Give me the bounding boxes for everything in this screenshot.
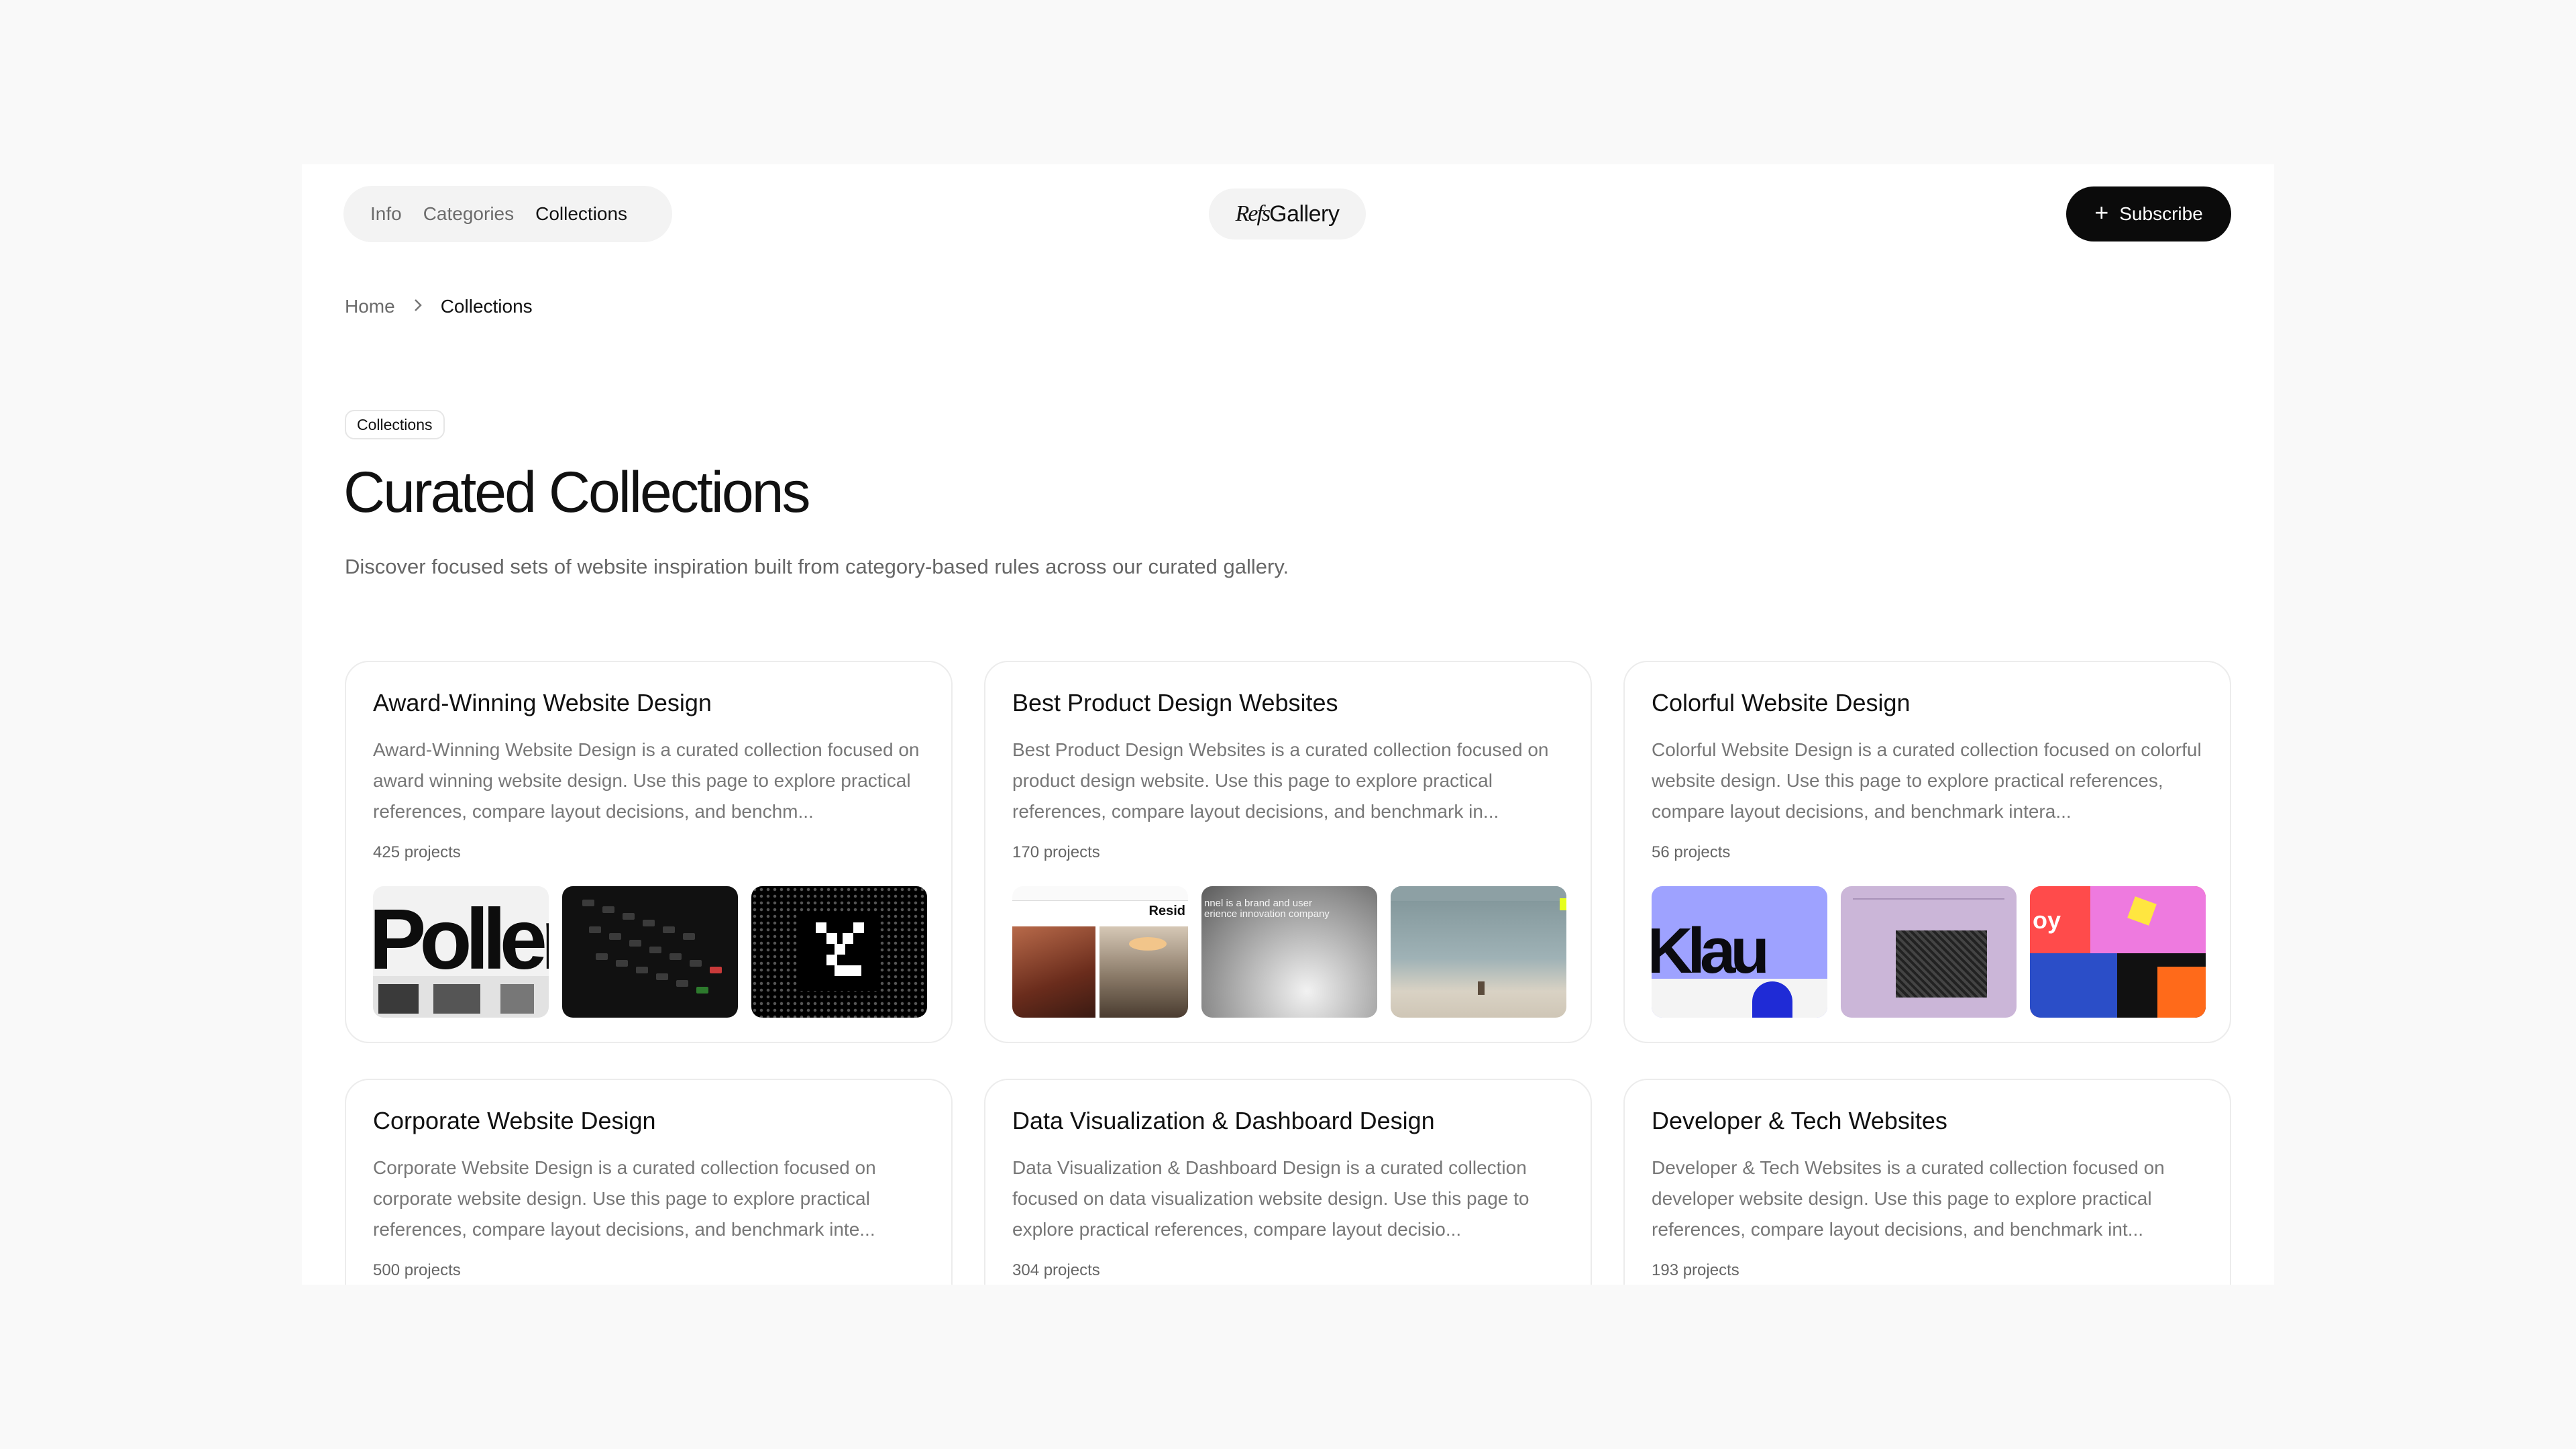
- plus-icon: +: [2094, 199, 2109, 226]
- page-title: Curated Collections: [343, 460, 810, 525]
- top-nav: Info Categories Collections: [343, 186, 672, 242]
- thumbnail-image: Resid: [1012, 886, 1188, 1018]
- card-thumbnails: Resid nnel is a brand and user erience i…: [1012, 886, 1566, 1018]
- card-title: Best Product Design Websites: [1012, 689, 1338, 716]
- page-description: Discover focused sets of website inspira…: [345, 555, 1289, 578]
- card-title: Developer & Tech Websites: [1652, 1107, 1947, 1134]
- thumbnail-text: nnel is a brand and user erience innovat…: [1204, 898, 1330, 920]
- logo-gallery: Gallery: [1269, 201, 1340, 227]
- thumbnail-image: nnel is a brand and user erience innovat…: [1201, 886, 1377, 1018]
- card-description: Developer & Tech Websites is a curated c…: [1652, 1157, 2165, 1240]
- thumbnail-image: Poller: [373, 886, 549, 1018]
- section-badge: Collections: [345, 410, 445, 439]
- card-description: Data Visualization & Dashboard Design is…: [1012, 1157, 1529, 1240]
- collection-card-data-visualization[interactable]: Data Visualization & Dashboard Design Da…: [984, 1079, 1592, 1285]
- card-project-count: 170 projects: [1012, 843, 1100, 861]
- page-frame: Info Categories Collections Refs Gallery …: [302, 164, 2274, 1285]
- card-thumbnails: Poller: [373, 886, 927, 1018]
- card-project-count: 193 projects: [1652, 1261, 1739, 1279]
- logo[interactable]: Refs Gallery: [1209, 189, 1366, 239]
- collection-card-corporate[interactable]: Corporate Website Design Corporate Websi…: [345, 1079, 953, 1285]
- card-description: Colorful Website Design is a curated col…: [1652, 739, 2202, 822]
- logo-refs: Refs: [1235, 201, 1271, 226]
- card-description: Corporate Website Design is a curated co…: [373, 1157, 876, 1240]
- breadcrumb-current: Collections: [440, 296, 533, 317]
- card-project-count: 500 projects: [373, 1261, 461, 1279]
- card-title: Colorful Website Design: [1652, 689, 1911, 716]
- thumbnail-text: Resid: [1148, 904, 1185, 918]
- card-title: Data Visualization & Dashboard Design: [1012, 1107, 1435, 1134]
- thumbnail-image: [1841, 886, 2017, 1018]
- thumbnail-text: oy: [2033, 906, 2061, 934]
- breadcrumb-home[interactable]: Home: [345, 296, 395, 317]
- card-project-count: 425 projects: [373, 843, 461, 861]
- thumbnail-image: [562, 886, 738, 1018]
- thumbnail-image: [1391, 886, 1566, 1018]
- nav-item-info[interactable]: Info: [370, 203, 402, 225]
- card-project-count: 56 projects: [1652, 843, 1731, 861]
- nav-item-categories[interactable]: Categories: [423, 203, 514, 225]
- card-description: Best Product Design Websites is a curate…: [1012, 739, 1549, 822]
- nav-item-collections[interactable]: Collections: [535, 203, 627, 225]
- breadcrumb: Home Collections: [345, 296, 533, 317]
- chevron-right-icon: [413, 297, 423, 317]
- collection-card-developer-tech[interactable]: Developer & Tech Websites Developer & Te…: [1623, 1079, 2231, 1285]
- thumbnail-text: Poller: [373, 892, 549, 987]
- card-project-count: 304 projects: [1012, 1261, 1100, 1279]
- subscribe-label: Subscribe: [2119, 203, 2203, 224]
- collection-card-product-design[interactable]: Best Product Design Websites Best Produc…: [984, 661, 1592, 1043]
- card-description: Award-Winning Website Design is a curate…: [373, 739, 920, 822]
- thumbnail-image: oy: [2030, 886, 2206, 1018]
- collection-card-award-winning[interactable]: Award-Winning Website Design Award-Winni…: [345, 661, 953, 1043]
- card-thumbnails: Klau oy: [1652, 886, 2206, 1018]
- thumbnail-text: Klau: [1652, 915, 1770, 987]
- card-title: Award-Winning Website Design: [373, 689, 712, 716]
- card-title: Corporate Website Design: [373, 1107, 656, 1134]
- collection-card-colorful[interactable]: Colorful Website Design Colorful Website…: [1623, 661, 2231, 1043]
- subscribe-button[interactable]: + Subscribe: [2066, 186, 2231, 241]
- thumbnail-image: Klau: [1652, 886, 1827, 1018]
- thumbnail-image: [751, 886, 927, 1018]
